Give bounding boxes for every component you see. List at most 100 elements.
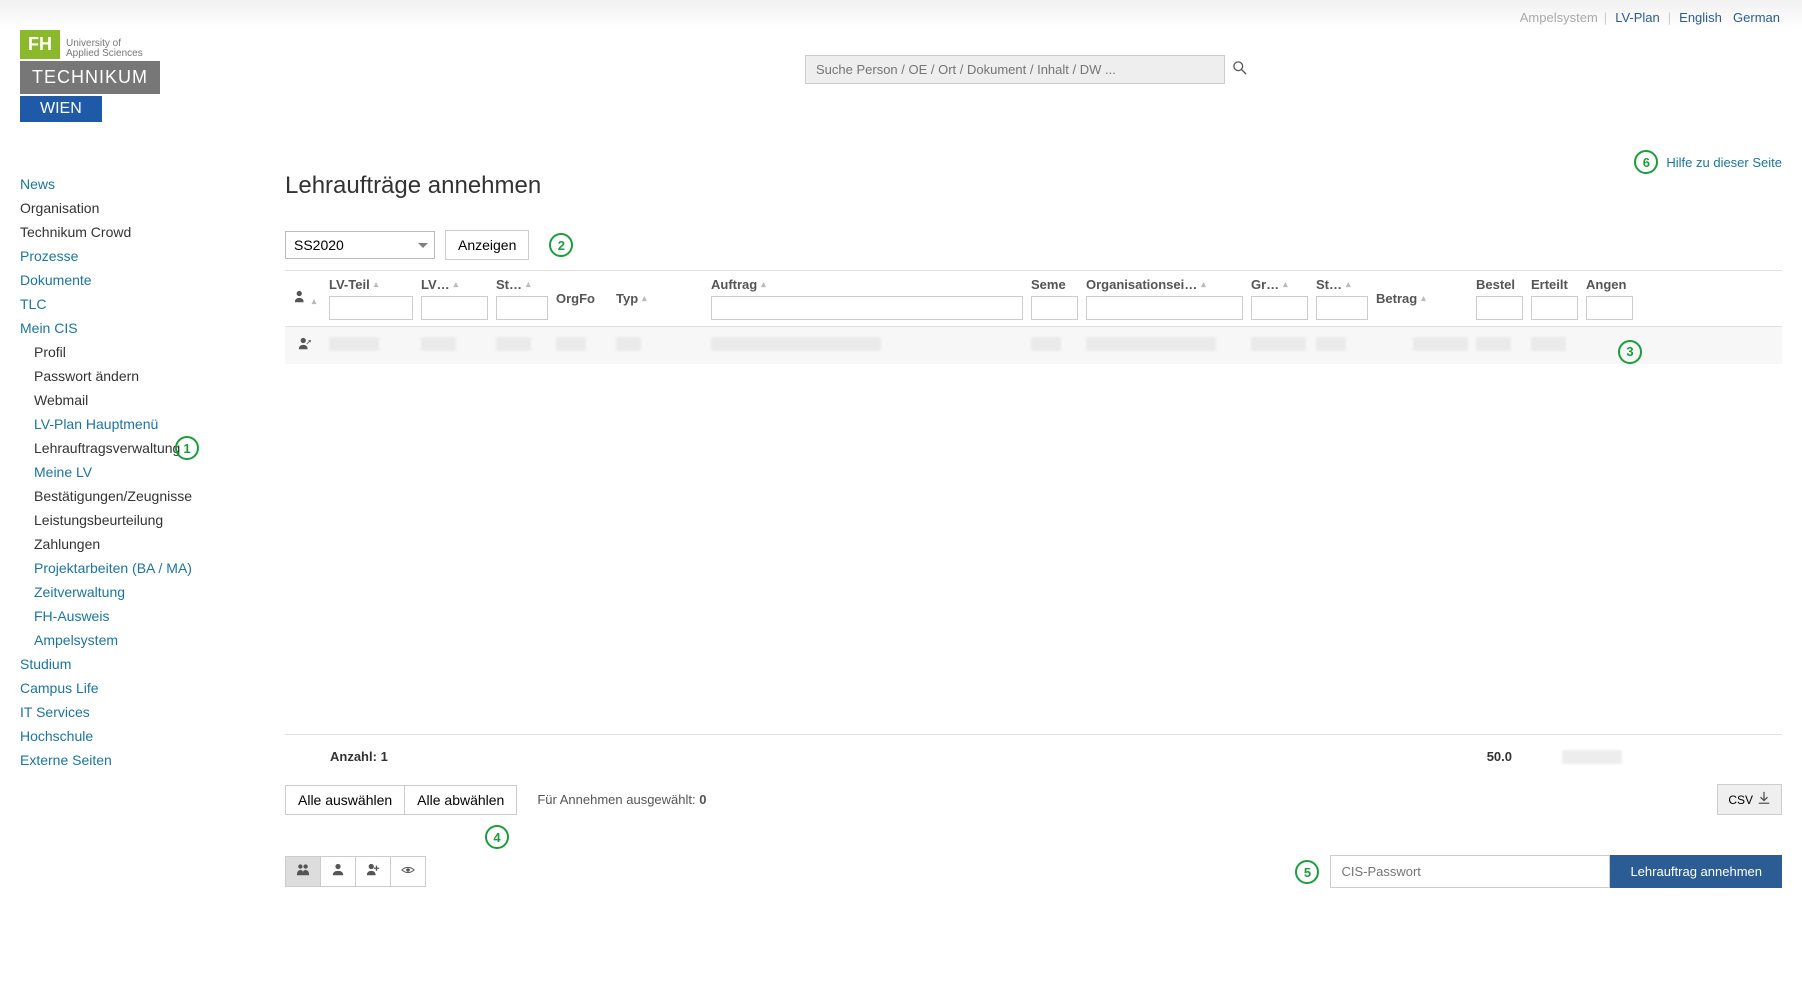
ampel-link[interactable]: Ampelsystem [1520, 10, 1598, 25]
betrag-sum: 50.0 [1487, 749, 1512, 764]
top-bar: Ampelsystem | LV-Plan | English German [0, 0, 1802, 30]
selected-info: Für Annehmen ausgewählt: 0 [537, 792, 706, 807]
col-betrag-label[interactable]: Betrag [1376, 291, 1417, 306]
annotation-3: 3 [1618, 340, 1642, 364]
nav-leistung[interactable]: Leistungsbeurteilung [20, 508, 270, 532]
csv-button[interactable]: CSV [1717, 784, 1782, 815]
sort-icon[interactable]: ▴ [1283, 279, 1288, 290]
filter-lv[interactable] [421, 296, 488, 320]
logo[interactable]: FH University ofApplied Sciences TECHNIK… [20, 30, 270, 122]
nav-projektarbeiten[interactable]: Projektarbeiten (BA / MA) [20, 556, 270, 580]
sort-icon[interactable]: ▴ [454, 279, 459, 290]
nav-mein-cis[interactable]: Mein CIS [20, 316, 270, 340]
col-lvteil-label[interactable]: LV-Teil [329, 277, 370, 292]
nav-prozesse[interactable]: Prozesse [20, 244, 270, 268]
nav-news[interactable]: News [20, 172, 270, 196]
table-row[interactable]: 3 [285, 327, 1782, 364]
download-icon [1757, 791, 1771, 808]
semester-select[interactable]: SS2020 [285, 231, 435, 259]
col-status[interactable]: ▴ [285, 290, 325, 307]
filter-lvteil[interactable] [329, 296, 413, 320]
nav-zahlungen[interactable]: Zahlungen [20, 532, 270, 556]
filter-auftrag[interactable] [711, 296, 1023, 320]
nav-bestaetigungen[interactable]: Bestätigungen/Zeugnisse [20, 484, 270, 508]
filter-gr[interactable] [1251, 296, 1308, 320]
col-erteilt-label[interactable]: Erteilt [1531, 277, 1568, 292]
lang-german-link[interactable]: German [1733, 10, 1780, 25]
nav-it-services[interactable]: IT Services [20, 700, 270, 724]
lvplan-link[interactable]: LV-Plan [1615, 10, 1660, 25]
sort-icon[interactable]: ▴ [526, 279, 531, 290]
nav-meine-lv[interactable]: Meine LV [20, 460, 270, 484]
anzeigen-button[interactable]: Anzeigen [445, 230, 529, 260]
nav-organisation[interactable]: Organisation [20, 196, 270, 220]
col-lv-label[interactable]: LV… [421, 277, 450, 292]
help-text[interactable]: Hilfe zu dieser Seite [1666, 155, 1782, 170]
table-footer: Anzahl: 1 50.0 [285, 734, 1782, 778]
filter-group-icon[interactable] [285, 856, 321, 887]
col-bestel-label[interactable]: Bestel [1476, 277, 1515, 292]
table-header: ▴ LV-Teil ▴ LV… ▴ St… ▴ OrgFo Typ ▴ Auftrag ▴… [285, 271, 1782, 327]
filter-sem[interactable] [1031, 296, 1078, 320]
filter-org[interactable] [1086, 296, 1243, 320]
filter-angen[interactable] [1586, 296, 1633, 320]
col-org-label[interactable]: Organisationsei… [1086, 277, 1197, 292]
sort-icon[interactable]: ▴ [1421, 293, 1426, 304]
help-link[interactable]: 6 Hilfe zu dieser Seite [1634, 150, 1782, 174]
anzahl-value: 1 [381, 749, 388, 764]
filter-user-icon[interactable] [321, 856, 356, 887]
user-sort-icon: ▴ [289, 290, 321, 307]
nav-externe-seiten[interactable]: Externe Seiten [20, 748, 270, 772]
sort-icon[interactable]: ▴ [761, 279, 766, 290]
nav-technikum-crowd[interactable]: Technikum Crowd [20, 220, 270, 244]
search-icon[interactable] [1233, 61, 1247, 79]
separator: | [1604, 10, 1607, 25]
filter-erteilt[interactable] [1531, 296, 1578, 320]
nav-campus-life[interactable]: Campus Life [20, 676, 270, 700]
filter-bestel[interactable] [1476, 296, 1523, 320]
nav-ampelsystem[interactable]: Ampelsystem [20, 628, 270, 652]
col-sem-label[interactable]: Seme [1031, 277, 1066, 292]
sort-icon[interactable]: ▴ [1346, 279, 1351, 290]
filter-st2[interactable] [1316, 296, 1368, 320]
header: FH University ofApplied Sciences TECHNIK… [0, 30, 1802, 122]
col-angen-label[interactable]: Angen [1586, 277, 1626, 292]
cis-password-input[interactable] [1330, 855, 1610, 888]
nav-zeitverwaltung[interactable]: Zeitverwaltung [20, 580, 270, 604]
nav-fh-ausweis[interactable]: FH-Ausweis [20, 604, 270, 628]
filter-st1[interactable] [496, 296, 548, 320]
row-status-icon [298, 339, 312, 354]
logo-wien: WIEN [20, 96, 102, 122]
sort-icon[interactable]: ▴ [374, 279, 379, 290]
nav-webmail[interactable]: Webmail [20, 388, 270, 412]
col-gr-label[interactable]: Gr… [1251, 277, 1279, 292]
annotation-1: 1 [175, 436, 199, 460]
deselect-all-button[interactable]: Alle abwählen [404, 785, 517, 815]
col-typ-label[interactable]: Typ [616, 291, 638, 306]
nav-tlc[interactable]: TLC [20, 292, 270, 316]
filter-eye-icon[interactable] [391, 856, 426, 887]
nav-lehrauftragsverwaltung[interactable]: Lehrauftragsverwaltung [20, 436, 270, 460]
col-st1-label[interactable]: St… [496, 277, 522, 292]
nav-dokumente[interactable]: Dokumente [20, 268, 270, 292]
sort-icon[interactable]: ▴ [1201, 279, 1206, 290]
nav-lvplan-haupt[interactable]: LV-Plan Hauptmenü [20, 412, 270, 436]
logo-uas: University ofApplied Sciences [66, 39, 143, 59]
action-row: Alle auswählen Alle abwählen Für Annehme… [285, 784, 1782, 815]
content: 6 Hilfe zu dieser Seite Lehraufträge ann… [270, 122, 1782, 888]
filter-user-plus-icon[interactable] [356, 856, 391, 887]
nav-studium[interactable]: Studium [20, 652, 270, 676]
nav-profil[interactable]: Profil [20, 340, 270, 364]
lang-english-link[interactable]: English [1679, 10, 1722, 25]
filter-row: SS2020 Anzeigen 2 [285, 230, 1782, 260]
sort-icon[interactable]: ▴ [642, 293, 647, 304]
separator: | [1668, 10, 1671, 25]
col-auftrag-label[interactable]: Auftrag [711, 277, 757, 292]
search-input[interactable] [805, 55, 1225, 84]
col-orgfo-label[interactable]: OrgFo [556, 291, 595, 306]
nav-passwort[interactable]: Passwort ändern [20, 364, 270, 388]
col-st2-label[interactable]: St… [1316, 277, 1342, 292]
select-all-button[interactable]: Alle auswählen [285, 785, 404, 815]
submit-button[interactable]: Lehrauftrag annehmen [1610, 855, 1782, 888]
nav-hochschule[interactable]: Hochschule [20, 724, 270, 748]
